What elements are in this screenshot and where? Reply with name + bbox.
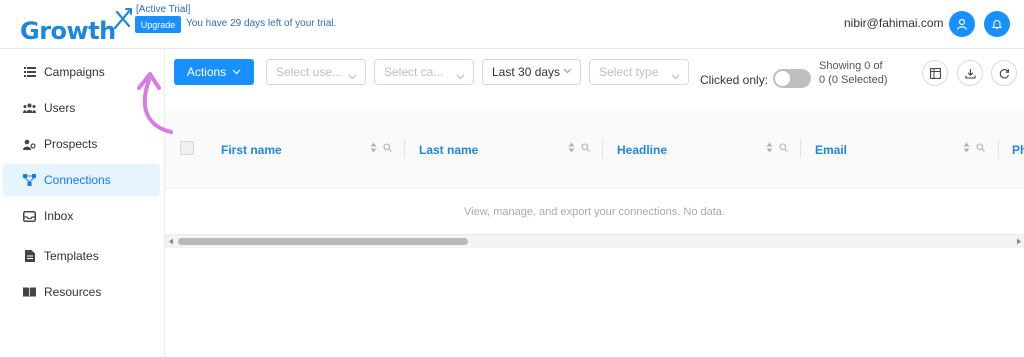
empty-state-message: View, manage, and export your connection… — [464, 206, 725, 218]
column-header-headline[interactable]: Headline — [617, 143, 667, 157]
search-icon[interactable] — [383, 143, 392, 152]
column-divider — [800, 139, 801, 159]
actions-button[interactable]: Actions — [174, 59, 254, 85]
column-divider — [998, 139, 999, 159]
sort-icon[interactable] — [370, 142, 377, 153]
users-icon — [23, 102, 36, 115]
scroll-left-icon[interactable] — [168, 238, 174, 245]
chevron-down-icon — [232, 69, 241, 75]
columns-icon — [929, 67, 941, 79]
date-range-value: Last 30 days — [492, 65, 561, 79]
user-email: nibir@fahimai.com — [844, 16, 944, 30]
sidebar-item-label: Templates — [44, 249, 99, 263]
select-users-dropdown[interactable]: Select use... — [266, 59, 366, 85]
download-icon — [964, 68, 976, 79]
sidebar-item-label: Connections — [44, 173, 111, 187]
column-tools-first-name — [370, 142, 392, 153]
column-header-phone[interactable]: Ph — [1012, 143, 1024, 157]
inbox-icon — [23, 210, 36, 223]
column-tools-headline — [766, 142, 788, 153]
annotation-arrow-icon — [137, 72, 173, 134]
sidebar-item-connections[interactable]: Connections — [3, 164, 160, 196]
notifications-button[interactable] — [984, 11, 1010, 37]
sidebar-item-inbox[interactable]: Inbox — [3, 200, 160, 232]
profile-button[interactable] — [949, 11, 975, 37]
selection-count-text: Showing 0 of 0 (0 Selected) — [819, 60, 888, 86]
sort-icon[interactable] — [766, 142, 773, 153]
scrollbar-thumb[interactable] — [178, 238, 468, 245]
refresh-icon — [999, 68, 1009, 78]
column-tools-last-name — [568, 142, 590, 153]
column-header-first-name[interactable]: First name — [221, 143, 282, 157]
sort-icon[interactable] — [963, 142, 970, 153]
select-type-placeholder: Select type — [599, 65, 659, 79]
prospects-icon — [23, 138, 36, 151]
sidebar-item-label: Inbox — [44, 209, 74, 223]
refresh-button[interactable] — [991, 60, 1017, 86]
column-header-last-name[interactable]: Last name — [419, 143, 478, 157]
actions-label: Actions — [186, 65, 227, 79]
sidebar-item-label: Resources — [44, 285, 102, 299]
top-header: Growth [Active Trial] Upgrade You have 2… — [0, 0, 1024, 49]
search-icon[interactable] — [779, 143, 788, 152]
select-all-checkbox[interactable] — [180, 141, 194, 155]
search-icon[interactable] — [581, 143, 590, 152]
connections-icon — [23, 174, 36, 187]
sidebar-item-label: Prospects — [44, 137, 98, 151]
sidebar-item-label: Campaigns — [44, 65, 105, 79]
book-icon — [23, 286, 36, 299]
chevron-down-icon — [563, 68, 572, 74]
file-icon — [23, 250, 36, 263]
user-icon — [956, 18, 968, 30]
select-campaign-dropdown[interactable]: Select ca... — [374, 59, 474, 85]
sidebar-item-templates[interactable]: Templates — [3, 240, 160, 272]
trial-message: You have 29 days left of your trial. — [186, 18, 337, 29]
chevron-down-icon — [456, 74, 465, 80]
toggle-knob — [775, 71, 790, 86]
upgrade-button[interactable]: Upgrade — [135, 16, 181, 33]
sidebar-item-resources[interactable]: Resources — [3, 276, 160, 308]
chevron-down-icon — [671, 74, 680, 80]
sort-icon[interactable] — [568, 142, 575, 153]
clicked-only-label: Clicked only: — [700, 73, 769, 87]
logo-x-mark-icon — [113, 7, 133, 30]
growthx-logo[interactable]: Growth — [20, 17, 116, 45]
bell-icon — [991, 20, 1003, 30]
list-icon — [23, 66, 36, 79]
sidebar-item-label: Users — [44, 101, 76, 115]
search-icon[interactable] — [976, 143, 985, 152]
date-range-dropdown[interactable]: Last 30 days — [482, 59, 581, 85]
column-header-email[interactable]: Email — [815, 143, 847, 157]
clicked-only-toggle[interactable] — [773, 69, 811, 88]
horizontal-scrollbar[interactable] — [165, 234, 1024, 248]
chevron-down-icon — [348, 74, 357, 80]
download-button[interactable] — [957, 60, 983, 86]
column-divider — [602, 139, 603, 159]
scroll-right-icon[interactable] — [1016, 238, 1022, 245]
active-trial-tag: [Active Trial] — [136, 4, 191, 15]
column-divider — [404, 139, 405, 159]
table-header — [165, 109, 1024, 189]
columns-button[interactable] — [922, 60, 948, 86]
select-users-placeholder: Select use... — [276, 65, 343, 79]
column-tools-email — [963, 142, 985, 153]
select-campaign-placeholder: Select ca... — [384, 65, 444, 79]
select-type-dropdown[interactable]: Select type — [589, 59, 689, 85]
